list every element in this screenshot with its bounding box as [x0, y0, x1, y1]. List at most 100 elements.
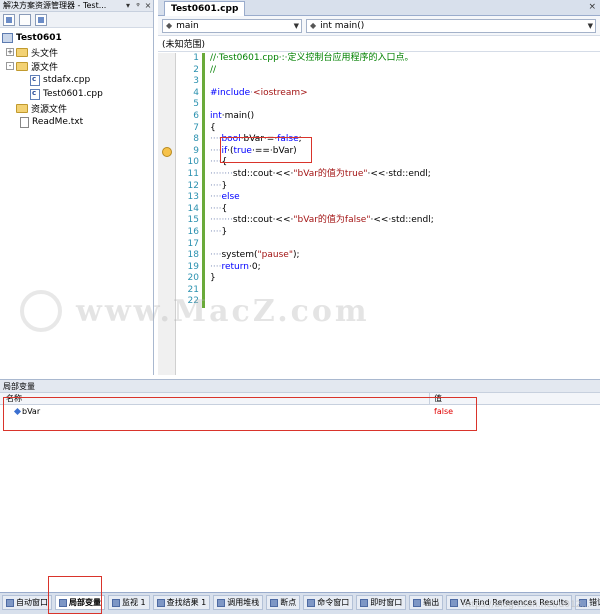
code-token: } [221, 180, 228, 191]
tree-item[interactable]: ReadMe.txt [0, 115, 153, 129]
member-combo-value: int main() [320, 20, 365, 31]
bottom-tab-label: 监视 1 [122, 598, 146, 607]
bottom-tab[interactable]: 命令窗口 [303, 595, 354, 610]
bottom-tab[interactable]: 监视 1 [108, 595, 150, 610]
code-line: ········std::cout·<<·"bVar的值为true"·<<·st… [210, 169, 600, 181]
tree-item[interactable]: + 头文件 [0, 45, 153, 59]
tree-item[interactable]: 资源文件 [0, 101, 153, 115]
chevron-down-icon: ▼ [587, 21, 593, 30]
code-token: system( [221, 250, 258, 261]
bottom-tab-label: 自动窗口 [16, 598, 48, 607]
tree-item-label: Test0601 [16, 33, 62, 43]
code-lines[interactable]: //·Test0601.cpp·:·定义控制台应用程序的入口点。// #inclu… [210, 53, 600, 308]
code-token: ·0; [248, 261, 261, 272]
locals-window: 局部变量 名称 值 bVar false [0, 379, 600, 592]
code-line: ····} [210, 227, 600, 239]
bottom-tab[interactable]: 调用堆栈 [213, 595, 264, 610]
solution-explorer-title: 解决方案资源管理器 - Test... [3, 1, 107, 10]
show-all-files-icon[interactable] [19, 13, 31, 26]
highlight-box-code [220, 137, 312, 163]
tree-item-label: 源文件 [31, 62, 59, 73]
bottom-tab-label: 错误列表 [589, 598, 600, 607]
solution-explorer: 解决方案资源管理器 - Test... ▾ ᵠ × Test0601 + 头文件 - 源… [0, 0, 154, 375]
tool-window-icon [6, 598, 14, 607]
code-token: ···· [210, 180, 222, 191]
bottom-tab[interactable]: 输出 [409, 595, 444, 610]
tree-item[interactable]: Test0601 [0, 31, 153, 45]
tree-item-label: 头文件 [31, 48, 59, 59]
change-bar [202, 53, 205, 375]
line-number: 19 [187, 261, 199, 272]
expand-icon[interactable]: + [6, 48, 14, 56]
saved-changes-marker [202, 53, 205, 308]
cpp-file-icon [30, 74, 40, 86]
class-view-icon[interactable] [35, 13, 47, 26]
code-token: std::cout·<<· [232, 168, 294, 179]
tool-window-icon [270, 598, 279, 607]
code-line: int·main() [210, 111, 600, 123]
line-number: 13 [187, 192, 199, 203]
properties-icon[interactable] [3, 13, 15, 26]
code-token: "pause" [257, 250, 293, 261]
tree-item[interactable]: stdafx.cpp [0, 73, 153, 87]
code-token: } [210, 273, 216, 284]
tree-item[interactable]: - 源文件 [0, 59, 153, 73]
bottom-tab[interactable]: 错误列表 [575, 595, 600, 610]
code-token: ·main() [221, 110, 255, 121]
line-number: 8 [193, 134, 199, 145]
code-line: ····} [210, 181, 600, 193]
code-line: #include·<iostream> [210, 88, 600, 100]
collapse-icon[interactable]: - [6, 62, 14, 70]
code-token: ········ [210, 168, 233, 179]
code-line: ····system("pause"); [210, 250, 600, 262]
tree-item-label: ReadMe.txt [32, 117, 84, 127]
cpp-file-icon [30, 88, 40, 100]
solution-explorer-toolbar [0, 12, 153, 28]
line-number: 3 [193, 76, 199, 87]
tree-item[interactable]: Test0601.cpp [0, 87, 153, 101]
code-token: { [210, 122, 216, 133]
document-tabbar: Test0601.cpp × [158, 0, 600, 16]
bottom-tab[interactable]: 自动窗口 [2, 595, 52, 610]
dropdown-icon[interactable]: ▾ [123, 1, 133, 10]
member-combo[interactable]: ◆ int main() ▼ [306, 18, 596, 33]
line-number: 4 [193, 87, 199, 98]
method-icon: ◆ [310, 21, 317, 30]
code-line: } [210, 273, 600, 285]
tool-window-icon [450, 598, 459, 607]
line-number: 20 [187, 273, 199, 284]
bottom-tab[interactable]: VA Find References Results [446, 595, 573, 610]
code-line: ····{ [210, 204, 600, 216]
scope-label: (未知范围) [162, 40, 206, 50]
bottom-tab-label: 即时窗口 [370, 598, 403, 607]
line-number: 2 [193, 64, 199, 75]
tab-test0601-cpp[interactable]: Test0601.cpp [164, 1, 246, 16]
bottom-tab[interactable]: 查找结果 1 [152, 595, 211, 610]
close-tab-icon[interactable]: × [588, 2, 596, 12]
line-number-gutter: 1 2 3 4 5 6 7 8 9 10 11 12 13 14 15 16 17 18 19 20 21 22 [176, 53, 202, 375]
code-token: "bVar的值为false" [293, 215, 371, 226]
code-token: return [221, 261, 249, 272]
line-number: 17 [187, 238, 199, 249]
code-line: ········std::cout·<<·"bVar的值为false"·<<·s… [210, 215, 600, 227]
bottom-tab-label: 命令窗口 [317, 598, 350, 607]
folder-icon [16, 103, 28, 113]
tool-window-icon [112, 598, 120, 607]
bottom-tab[interactable]: 即时窗口 [356, 595, 407, 610]
navigation-bar: ◆ main ▼ ◆ int main() ▼ [158, 16, 600, 36]
folder-icon [16, 61, 28, 71]
close-icon[interactable]: × [143, 1, 153, 10]
line-number: 9 [193, 145, 199, 156]
scope-combo-value: main [176, 20, 199, 31]
line-number: 18 [187, 250, 199, 261]
scope-combo[interactable]: ◆ main ▼ [162, 18, 302, 33]
code-token: int [210, 110, 222, 121]
indicator-margin[interactable] [158, 53, 176, 375]
code-token: { [221, 203, 228, 214]
folder-icon [16, 47, 28, 57]
highlight-box-locals [3, 397, 477, 431]
code-area[interactable]: 1 2 3 4 5 6 7 8 9 10 11 12 13 14 15 16 17 18 19 20 21 22 //·T… [158, 53, 600, 375]
pin-icon[interactable]: ᵠ [133, 1, 143, 10]
bottom-tab[interactable]: 断点 [266, 595, 301, 610]
